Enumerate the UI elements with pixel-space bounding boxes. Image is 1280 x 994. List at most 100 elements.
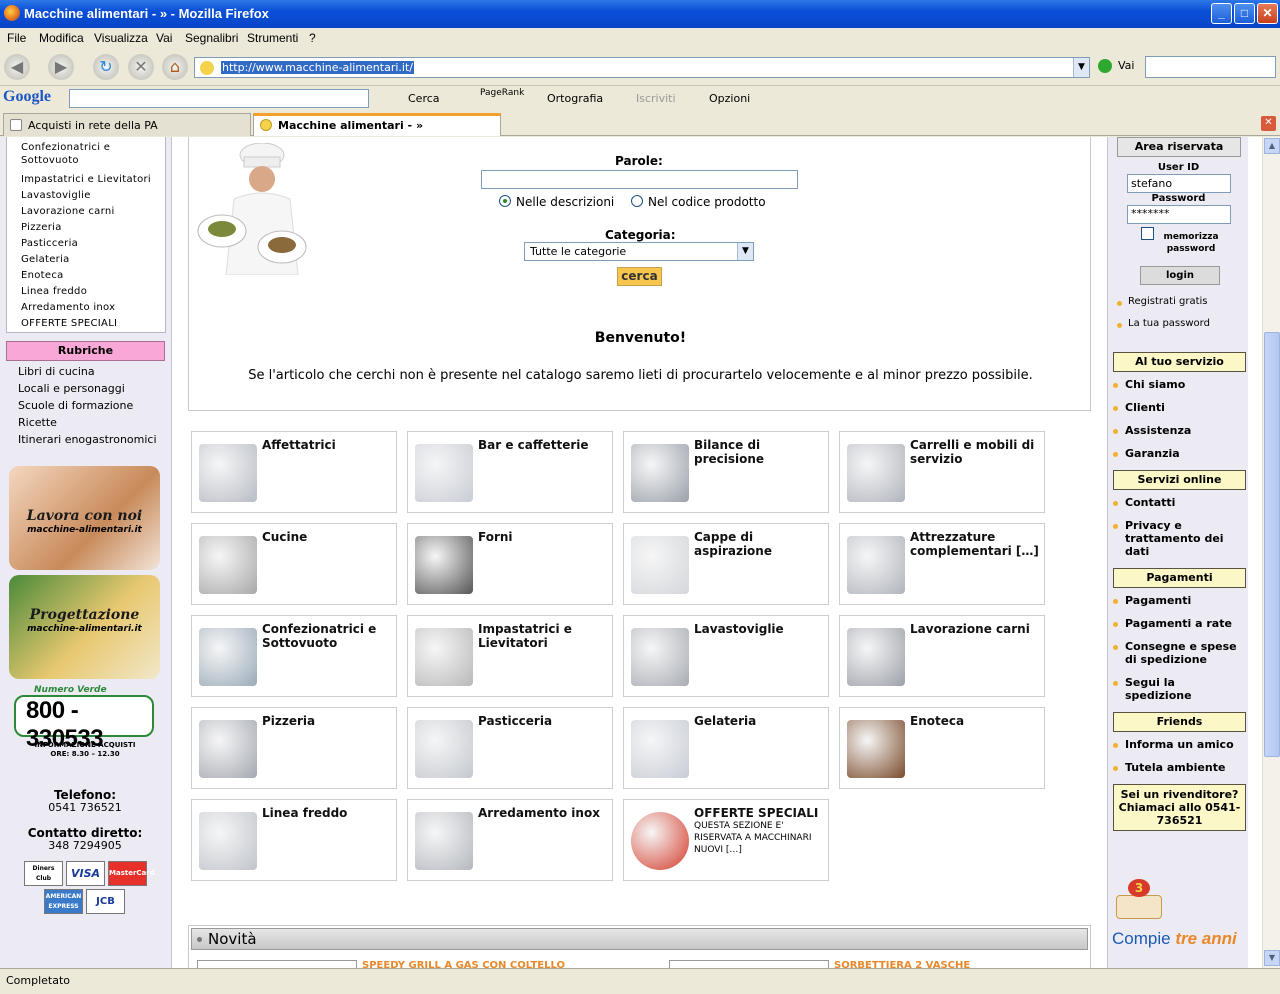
product-card[interactable]: Cucine bbox=[191, 523, 397, 605]
product-card[interactable]: Pizzeria bbox=[191, 707, 397, 789]
product-card[interactable]: Enoteca bbox=[839, 707, 1045, 789]
product-card[interactable]: Pasticceria bbox=[407, 707, 613, 789]
pagamenti-rate-link[interactable]: Pagamenti a rate bbox=[1113, 617, 1248, 630]
product-title[interactable]: Pasticceria bbox=[478, 714, 608, 728]
ortografia-button[interactable]: Ortografia bbox=[547, 92, 603, 105]
scroll-down-icon[interactable]: ▼ bbox=[1264, 950, 1280, 966]
novita-item[interactable]: SPEEDY GRILL A GAS CON COLTELLO bbox=[362, 960, 565, 968]
password-recovery-link[interactable]: La tua password bbox=[1113, 318, 1210, 329]
product-title[interactable]: Cucine bbox=[262, 530, 392, 544]
rubrica-link[interactable]: Scuole di formazione bbox=[18, 397, 166, 414]
category-link[interactable]: Confezionatrici e bbox=[21, 140, 165, 156]
clienti-link[interactable]: Clienti bbox=[1113, 401, 1248, 414]
menu-help[interactable]: ? bbox=[309, 31, 316, 45]
tab-acquisti[interactable]: Acquisti in rete della PA bbox=[3, 113, 251, 136]
rubrica-link[interactable]: Libri di cucina bbox=[18, 363, 166, 380]
privacy-link[interactable]: Privacy e trattamento dei dati bbox=[1113, 519, 1233, 558]
chi-siamo-link[interactable]: Chi siamo bbox=[1113, 378, 1248, 391]
category-link[interactable]: OFFERTE SPECIALI bbox=[21, 316, 165, 332]
categoria-select[interactable]: Tutte le categorie ▼ bbox=[524, 242, 754, 261]
product-card[interactable]: Bilance di precisione bbox=[623, 431, 829, 513]
product-title[interactable]: Gelateria bbox=[694, 714, 824, 728]
product-title[interactable]: Affettatrici bbox=[262, 438, 392, 452]
contatti-link[interactable]: Contatti bbox=[1113, 496, 1248, 509]
google-logo[interactable]: Google bbox=[3, 88, 51, 106]
category-link[interactable]: Gelateria bbox=[21, 252, 165, 268]
menu-modifica[interactable]: Modifica bbox=[39, 31, 84, 45]
tab-macchine[interactable]: Macchine alimentari - » bbox=[253, 113, 501, 136]
scroll-thumb[interactable] bbox=[1264, 332, 1280, 757]
category-link[interactable]: Impastatrici e Lievitatori bbox=[21, 172, 165, 188]
product-title[interactable]: Attrezzature complementari […] bbox=[910, 530, 1040, 558]
opzioni-button[interactable]: Opzioni bbox=[709, 92, 750, 105]
back-arrow-icon[interactable]: ◀ bbox=[4, 54, 30, 80]
home-icon[interactable]: ⌂ bbox=[162, 54, 188, 80]
category-link[interactable]: Pizzeria bbox=[21, 220, 165, 236]
login-button[interactable]: login bbox=[1140, 266, 1220, 285]
product-card[interactable]: Carrelli e mobili di servizio bbox=[839, 431, 1045, 513]
stop-icon[interactable]: ✕ bbox=[128, 54, 154, 80]
product-title[interactable]: Forni bbox=[478, 530, 608, 544]
product-title[interactable]: Carrelli e mobili di servizio bbox=[910, 438, 1040, 466]
forward-arrow-icon[interactable]: ▶ bbox=[48, 54, 74, 80]
product-card[interactable]: Bar e caffetterie bbox=[407, 431, 613, 513]
product-card[interactable]: Forni bbox=[407, 523, 613, 605]
category-link[interactable]: Enoteca bbox=[21, 268, 165, 284]
rivenditore-box[interactable]: Sei un rivenditore? Chiamaci allo 0541-7… bbox=[1113, 784, 1246, 831]
product-title[interactable]: Cappe di aspirazione bbox=[694, 530, 824, 558]
rubrica-link[interactable]: Locali e personaggi bbox=[18, 380, 166, 397]
pagamenti-link[interactable]: Pagamenti bbox=[1113, 594, 1248, 607]
registrati-link[interactable]: Registrati gratis bbox=[1113, 296, 1208, 307]
product-title[interactable]: Confezionatrici e Sottovuoto bbox=[262, 622, 392, 650]
progettazione-banner[interactable]: Progettazione macchine-alimentari.it bbox=[9, 575, 160, 679]
product-card[interactable]: Attrezzature complementari […] bbox=[839, 523, 1045, 605]
rubrica-link[interactable]: Ricette bbox=[18, 414, 166, 431]
product-card[interactable]: Confezionatrici e Sottovuoto bbox=[191, 615, 397, 697]
informa-amico-link[interactable]: Informa un amico bbox=[1113, 738, 1248, 751]
close-tab-icon[interactable]: ✕ bbox=[1261, 116, 1276, 131]
product-card[interactable]: Arredamento inox bbox=[407, 799, 613, 881]
category-link[interactable]: Pasticceria bbox=[21, 236, 165, 252]
scroll-up-icon[interactable]: ▲ bbox=[1264, 138, 1280, 154]
spedizione-link[interactable]: Consegne e spese di spedizione bbox=[1113, 640, 1248, 666]
category-link[interactable]: Lavorazione carni bbox=[21, 204, 165, 220]
search-input[interactable] bbox=[1145, 56, 1276, 78]
category-link[interactable]: Linea freddo bbox=[21, 284, 165, 300]
product-title[interactable]: Linea freddo bbox=[262, 806, 392, 820]
category-link[interactable]: Sottovuoto bbox=[21, 156, 165, 166]
product-card[interactable]: OFFERTE SPECIALI QUESTA SEZIONE E' RISERV… bbox=[623, 799, 829, 881]
menu-file[interactable]: File bbox=[7, 31, 26, 45]
product-title[interactable]: Arredamento inox bbox=[478, 806, 608, 820]
radio-codice[interactable] bbox=[631, 195, 643, 207]
product-card[interactable]: Linea freddo bbox=[191, 799, 397, 881]
product-title[interactable]: Pizzeria bbox=[262, 714, 392, 728]
close-button[interactable]: ✕ bbox=[1257, 3, 1278, 24]
lavora-con-noi-banner[interactable]: Lavora con noi macchine-alimentari.it bbox=[9, 466, 160, 570]
product-card[interactable]: Lavorazione carni bbox=[839, 615, 1045, 697]
product-title[interactable]: Enoteca bbox=[910, 714, 1040, 728]
product-card[interactable]: Gelateria bbox=[623, 707, 829, 789]
product-title[interactable]: OFFERTE SPECIALI bbox=[694, 806, 824, 820]
page-scrollbar[interactable]: ▲ ▼ bbox=[1262, 137, 1280, 968]
product-title[interactable]: Bar e caffetterie bbox=[478, 438, 608, 452]
google-search-input[interactable] bbox=[69, 89, 369, 108]
maximize-button[interactable]: □ bbox=[1234, 3, 1255, 24]
cerca-button[interactable]: cerca bbox=[617, 267, 662, 286]
product-title[interactable]: Lavastoviglie bbox=[694, 622, 824, 636]
product-card[interactable]: Affettatrici bbox=[191, 431, 397, 513]
rubrica-link[interactable]: Itinerari enogastronomici bbox=[18, 431, 166, 448]
product-card[interactable]: Lavastoviglie bbox=[623, 615, 829, 697]
parole-input[interactable] bbox=[481, 170, 798, 189]
product-title[interactable]: Impastatrici e Lievitatori bbox=[478, 622, 608, 650]
menu-strumenti[interactable]: Strumenti bbox=[247, 31, 298, 45]
garanzia-link[interactable]: Garanzia bbox=[1113, 447, 1248, 460]
menu-segnalibri[interactable]: Segnalibri bbox=[185, 31, 238, 45]
iscriviti-button[interactable]: Iscriviti bbox=[636, 92, 676, 105]
product-card[interactable]: Impastatrici e Lievitatori bbox=[407, 615, 613, 697]
product-title[interactable]: Bilance di precisione bbox=[694, 438, 824, 466]
segui-spedizione-link[interactable]: Segui la spedizione bbox=[1113, 676, 1213, 702]
memorizza-checkbox[interactable] bbox=[1141, 227, 1154, 240]
tutela-ambiente-link[interactable]: Tutela ambiente bbox=[1113, 761, 1248, 774]
address-bar[interactable]: http://www.macchine-alimentari.it/ ▼ bbox=[194, 57, 1090, 78]
go-button[interactable]: Vai bbox=[1098, 59, 1134, 73]
